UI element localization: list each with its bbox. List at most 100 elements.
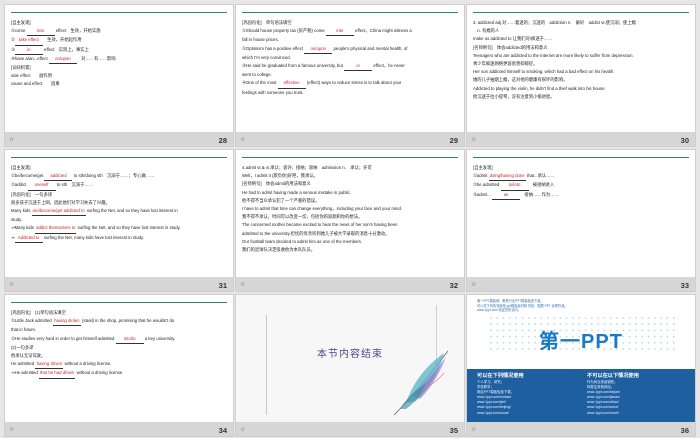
text-line: [巩固内化] (1)单句语法填空 <box>11 309 227 317</box>
answer-blank: into/to <box>115 335 144 344</box>
slide-content: [巩固内化] (1)单句语法填空 ①Little Jack admitted ha… <box>11 309 227 379</box>
text-line: 他不得不当众承认犯了一个严重的错误。 <box>242 197 458 205</box>
slide-number: 34 <box>218 426 227 435</box>
text-line: [名师例句] 体会admit的用法和意义 <box>242 180 458 188</box>
slide-thumbnail-32[interactable]: 4.admit vt.& vi.承认；容许；接纳；容纳 admission n.… <box>235 149 465 292</box>
text-segment: a key university. <box>143 335 176 341</box>
answer-blank: as <box>492 191 521 200</box>
text-line: [巩固内化] 单句语法填空 <box>242 19 458 27</box>
text-line: ②He studies very hard in order to get hi… <box>11 335 227 344</box>
text-line: that in future. <box>11 326 227 334</box>
text-line: side effect 副作用 <box>11 72 227 80</box>
slide-content: 4.admit vt.& vi.承认；容许；接纳；容纳 admission n.… <box>242 164 458 254</box>
decoration-dot <box>635 317 637 319</box>
text-segment: ②He studies very hard in order to get hi… <box>11 335 116 341</box>
decoration-dot <box>609 317 612 319</box>
text-segment: 她的儿子抽烟上瘾，这对他的健康有很坏的影响。 <box>473 77 568 83</box>
text-segment: n. 有瘾的人 <box>473 28 500 34</box>
slide-footer-bar <box>467 132 695 146</box>
text-segment: effect，he never <box>372 63 405 69</box>
text-line: [巩固内化] 一句多译 <box>11 191 227 199</box>
slide-footer-bar <box>236 422 464 436</box>
decoration-dot <box>603 317 606 319</box>
text-segment: [巩固内化] 单句语法填空 <box>242 20 292 25</box>
text-line: [自主发现] <box>11 164 227 172</box>
text-line: make us addicted to 让我们对/痴迷于…… <box>473 35 689 43</box>
text-line: admitted to the university.担忧的母亲听到她儿子被大学… <box>242 230 458 238</box>
text-segment: ②Optimism has a positive effect <box>242 45 305 51</box>
promo-top-text: 第一PPT模板网，教育行业PPT模板免费下载。 可以在下列情况使用 ppt模板素… <box>477 299 568 313</box>
answer-blank: into <box>26 27 55 37</box>
text-segment: 很多孩子沉迷于上网，因此他们对学习失去了兴趣。 <box>11 199 110 205</box>
text-line: Our football team decided to admit him a… <box>242 238 458 246</box>
decoration-dot <box>653 317 656 319</box>
text-line: He had to admit having made a serious mi… <box>242 189 458 197</box>
text-segment: effect，China might witness a <box>353 28 412 34</box>
text-segment: effect 实际上，事实上 <box>42 46 89 52</box>
comment-icon: ☆ <box>9 427 15 433</box>
text-segment: ③admit... <box>473 191 493 197</box>
text-line: ①Little Jack admitted having stolen (ste… <box>11 317 227 327</box>
text-line: Many kids are/become/get addicted to sur… <box>11 207 227 217</box>
text-segment: 他承认无证驾驶。 <box>11 353 46 359</box>
text-segment: [巩固内化] 一句多译 <box>11 191 53 197</box>
decoration-dot <box>502 317 505 319</box>
slide-footer-bar <box>236 132 464 146</box>
text-line: He admitted having driven without a driv… <box>11 360 227 370</box>
text-line: ⇒Many kids addict themselves to surfing … <box>11 224 227 234</box>
text-segment: ①Little Jack admitted <box>11 318 53 324</box>
text-segment: (steal) in the shop, promising that he w… <box>80 318 175 324</box>
slide-thumbnail-36[interactable]: 第一PPT模板网，教育行业PPT模板免费下载。 可以在下列情况使用 ppt模板素… <box>466 294 696 437</box>
text-segment: admitted to the university.担忧的母亲听到她儿子被大学… <box>242 230 390 236</box>
text-segment: [自主发现] <box>11 20 31 25</box>
decoration-dot <box>521 317 524 319</box>
decorative-line <box>266 315 267 415</box>
comment-icon: ☆ <box>240 137 246 143</box>
text-segment: The concerned mother became excited to h… <box>242 222 398 228</box>
text-line: ④One of the most effective (effect) ways… <box>242 79 458 89</box>
slide-thumbnail-31[interactable]: [自主发现] ①be/become/get addicted to sth/doi… <box>4 149 234 292</box>
brand-logo: 第一PPT <box>539 331 623 353</box>
slide-thumbnail-35[interactable]: 本节内容结束 ☆ 35 <box>235 294 465 437</box>
text-segment: surfing the Net, many kids have lost int… <box>42 234 145 240</box>
slide-thumbnail-30[interactable]: 3. addicted adj.对……着迷的；沉迷的 addiction n. … <box>466 4 696 147</box>
text-segment: cause and effect 因果 <box>11 81 60 87</box>
text-line: ①be/become/get addicted to sth/doing sth… <box>11 172 227 182</box>
decoration-dot <box>672 317 675 319</box>
text-line: Well，I admit it (欺负你)好吧，我承认。 <box>242 172 458 180</box>
text-segment: Her son addicted himself to smoking, whi… <box>473 69 615 75</box>
slide-thumbnail-28[interactable]: [自主发现] ①come into effect 生效，开始实施 ② take eff… <box>4 4 234 147</box>
slide-footer-bar <box>236 277 464 291</box>
slide-footer-bar <box>5 132 233 146</box>
text-line: went to college. <box>242 71 458 79</box>
slide-top-rule <box>11 157 227 158</box>
decoration-dot <box>534 317 536 319</box>
comment-icon: ☆ <box>240 427 246 433</box>
slide-thumbnail-34[interactable]: [巩固内化] (1)单句语法填空 ①Little Jack admitted ha… <box>4 294 234 437</box>
text-line: ③ in effect 实际上，事实上 <box>11 46 227 55</box>
text-line: study. <box>11 216 227 224</box>
text-line: 他沉迷于拉小提琴，没有注意到小偷进屋。 <box>473 93 689 101</box>
text-line: 4.admit vt.& vi.承认；容许；接纳；容纳 admission n.… <box>242 164 458 172</box>
slide-thumbnail-33[interactable]: [自主发现] ①admit doing/having done that...承认… <box>466 149 696 292</box>
allowed-use-heading: 可以在下列情况使用 <box>477 373 524 379</box>
comment-icon: ☆ <box>471 427 477 433</box>
decoration-dot <box>546 317 549 319</box>
slide-thumbnail-29[interactable]: [巩固内化] 单句语法填空 ①Should house property tax … <box>235 4 465 147</box>
text-segment: ①admit <box>473 173 489 179</box>
slide-top-rule <box>242 12 458 13</box>
text-segment: 对……有……影响 <box>76 55 116 61</box>
comment-icon: ☆ <box>471 282 477 288</box>
decoration-dot <box>616 317 618 319</box>
decoration-dot <box>622 317 625 319</box>
slide-top-rule <box>242 157 458 158</box>
answer-blank: oneself <box>27 181 56 191</box>
text-segment: 我不得不承认，时间可以改变一切，包括你的容颜和你的想法。 <box>242 214 363 220</box>
comment-icon: ☆ <box>9 282 15 288</box>
text-segment: [巩固内化] (1)单句语法填空 <box>11 310 66 315</box>
comment-icon: ☆ <box>471 137 477 143</box>
text-segment: 接纳……作为…… <box>520 191 559 197</box>
text-line: Teenagers who are addicted to the Intern… <box>473 52 689 60</box>
slide-number: 32 <box>449 281 458 290</box>
text-segment: ①come <box>11 28 27 34</box>
